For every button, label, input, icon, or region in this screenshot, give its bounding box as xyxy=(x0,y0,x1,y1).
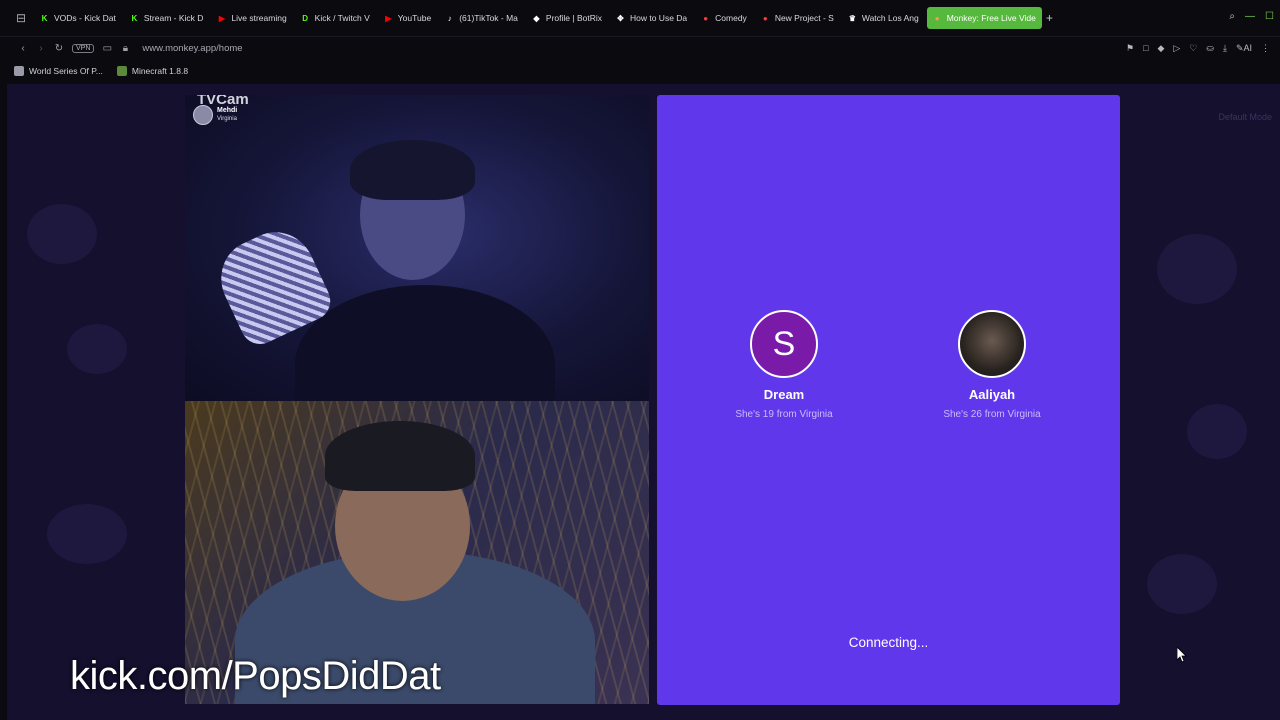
page-viewport: Default Mode TVCam Mehdi Virginia S Drea… xyxy=(7,84,1280,720)
tab-5[interactable]: ♪ (61)TikTok - Ma xyxy=(439,7,524,29)
connection-status: Connecting... xyxy=(848,635,929,650)
vpn-badge[interactable]: VPN xyxy=(72,44,95,53)
tab-label: Watch Los Ang xyxy=(861,13,919,23)
bookmark-favicon-icon xyxy=(116,66,127,76)
reload-icon[interactable]: ↻ xyxy=(50,43,68,54)
bookmark-favicon-icon xyxy=(14,66,24,76)
tab-favicon-icon: ◆ xyxy=(533,13,540,23)
bookmark-icon[interactable]: ⚑ xyxy=(1126,43,1134,54)
tab-label: YouTube xyxy=(397,13,432,23)
user-chip[interactable]: Mehdi Virginia xyxy=(193,105,237,125)
tab-label: How to Use Da xyxy=(629,13,688,23)
new-tab-icon[interactable]: + xyxy=(1046,11,1053,25)
toolbar-icons: ⚑ □ ◆ ▷ ♡ ⛀ ⤓ ✎AI ⋮ xyxy=(1126,43,1270,54)
play-icon[interactable]: ▷ xyxy=(1173,43,1180,54)
tab-2[interactable]: ▶ Live streaming xyxy=(211,7,292,29)
default-mode-toggle[interactable]: Default Mode xyxy=(1218,112,1272,122)
wallet-icon[interactable]: ⛀ xyxy=(1206,43,1214,54)
forward-icon[interactable]: › xyxy=(32,43,50,54)
bookmark-label: Minecraft 1.8.8 xyxy=(131,66,189,76)
tab-favicon-icon: ✥ xyxy=(617,13,624,23)
candidate-name: Dream xyxy=(763,387,805,402)
user-name: Mehdi xyxy=(217,107,238,114)
tab-10[interactable]: ♛ Watch Los Ang xyxy=(842,7,925,29)
tab-list: K VODs - Kick Dat K Stream - Kick D ▶ Live st… xyxy=(34,7,1042,29)
headphones xyxy=(325,421,475,491)
avatar xyxy=(193,105,213,125)
menu-icon[interactable]: ⋮ xyxy=(1261,43,1270,54)
ai-icon[interactable]: ✎AI xyxy=(1236,43,1252,54)
sidebar-toggle-icon[interactable]: ⊟ xyxy=(8,8,34,28)
tab-label: Comedy xyxy=(715,13,747,23)
shield-icon[interactable]: ◆ xyxy=(1158,43,1165,54)
tab-favicon-icon: K xyxy=(131,13,138,23)
candidate-card[interactable]: Aaliyah She's 26 from Virginia xyxy=(892,310,1092,420)
tab-label: Kick / Twitch V xyxy=(314,13,370,23)
tab-favicon-icon: ● xyxy=(762,13,768,23)
tab-3[interactable]: D Kick / Twitch V xyxy=(295,7,376,29)
tab-4[interactable]: ▶ YouTube xyxy=(378,7,437,29)
lock-icon[interactable]: 🔒︎ xyxy=(116,43,134,54)
background-decoration xyxy=(1157,234,1237,304)
candidate-card[interactable]: S Dream She's 19 from Virginia xyxy=(684,310,884,420)
bookmark-item[interactable]: World Series Of P... xyxy=(14,66,103,76)
tab-6[interactable]: ◆ Profile | BotRix xyxy=(526,7,608,29)
snapshot-icon[interactable]: □ xyxy=(1143,43,1148,54)
match-panel: S Dream She's 19 from Virginia Aaliyah S… xyxy=(657,95,1120,705)
tab-favicon-icon: ● xyxy=(934,13,940,23)
remote-video: TVCam Mehdi Virginia xyxy=(185,95,649,401)
tab-0[interactable]: K VODs - Kick Dat xyxy=(34,7,122,29)
stream-watermark: kick.com/PopsDidDat xyxy=(70,654,441,698)
candidate-description: She's 26 from Virginia xyxy=(943,409,1041,420)
background-decoration xyxy=(67,324,127,374)
tab-favicon-icon: K xyxy=(41,13,48,23)
background-decoration xyxy=(1147,554,1217,614)
candidate-description: She's 19 from Virginia xyxy=(735,409,833,420)
tab-favicon-icon: ● xyxy=(703,13,709,23)
person-hair xyxy=(350,140,475,200)
background-decoration xyxy=(47,504,127,564)
bookmarks-bar: World Series Of P... Minecraft 1.8.8 xyxy=(0,60,1280,82)
mouse-cursor-icon xyxy=(1177,647,1187,663)
bookmark-label: World Series Of P... xyxy=(29,66,103,76)
tab-8[interactable]: ● Comedy xyxy=(695,7,753,29)
tab-label: (61)TikTok - Ma xyxy=(459,13,518,23)
person-silhouette xyxy=(295,285,555,401)
camera-icon[interactable]: ▭ xyxy=(98,43,116,54)
url-field[interactable]: www.monkey.app/home xyxy=(142,43,242,54)
background-decoration xyxy=(27,204,97,264)
bookmark-item[interactable]: Minecraft 1.8.8 xyxy=(116,66,189,76)
tab-9[interactable]: ● New Project - S xyxy=(755,7,840,29)
tab-label: Stream - Kick D xyxy=(143,13,204,23)
background-decoration xyxy=(1187,404,1247,459)
tab-strip: ⊟ K VODs - Kick Dat K Stream - Kick D ▶ Live … xyxy=(0,0,1280,36)
candidate-name: Aaliyah xyxy=(968,387,1016,402)
tab-label: Live streaming xyxy=(231,13,287,23)
user-location: Virginia xyxy=(217,116,237,122)
tab-favicon-icon: ▶ xyxy=(385,13,392,23)
tab-label: Monkey: Free Live Vide xyxy=(946,13,1036,23)
tab-label: VODs - Kick Dat xyxy=(54,13,116,23)
tab-favicon-icon: ▶ xyxy=(218,13,225,23)
back-icon[interactable]: ‹ xyxy=(14,43,32,54)
tab-label: Profile | BotRix xyxy=(545,13,602,23)
search-tabs-icon[interactable]: ⌕ xyxy=(1229,11,1235,22)
minimize-icon[interactable]: — xyxy=(1245,11,1255,22)
maximize-icon[interactable]: ☐ xyxy=(1265,11,1274,22)
tab-favicon-icon: ♛ xyxy=(848,13,856,23)
address-bar: ‹ › ↻ VPN ▭ 🔒︎ www.monkey.app/home ⚑ □ ◆… xyxy=(0,36,1280,60)
avatar xyxy=(958,310,1026,378)
window-controls: ⌕ — ☐ xyxy=(1229,11,1274,22)
tab-7[interactable]: ✥ How to Use Da xyxy=(610,7,693,29)
tab-favicon-icon: ♪ xyxy=(447,13,452,23)
avatar: S xyxy=(750,310,818,378)
tab-1[interactable]: K Stream - Kick D xyxy=(124,7,210,29)
browser-window: ⊟ K VODs - Kick Dat K Stream - Kick D ▶ Live … xyxy=(0,0,1280,720)
download-icon[interactable]: ⤓ xyxy=(1223,43,1227,54)
tab-11[interactable]: ● Monkey: Free Live Vide xyxy=(926,7,1042,29)
heart-icon[interactable]: ♡ xyxy=(1189,43,1197,54)
tab-label: New Project - S xyxy=(774,13,834,23)
tab-favicon-icon: D xyxy=(302,13,309,23)
